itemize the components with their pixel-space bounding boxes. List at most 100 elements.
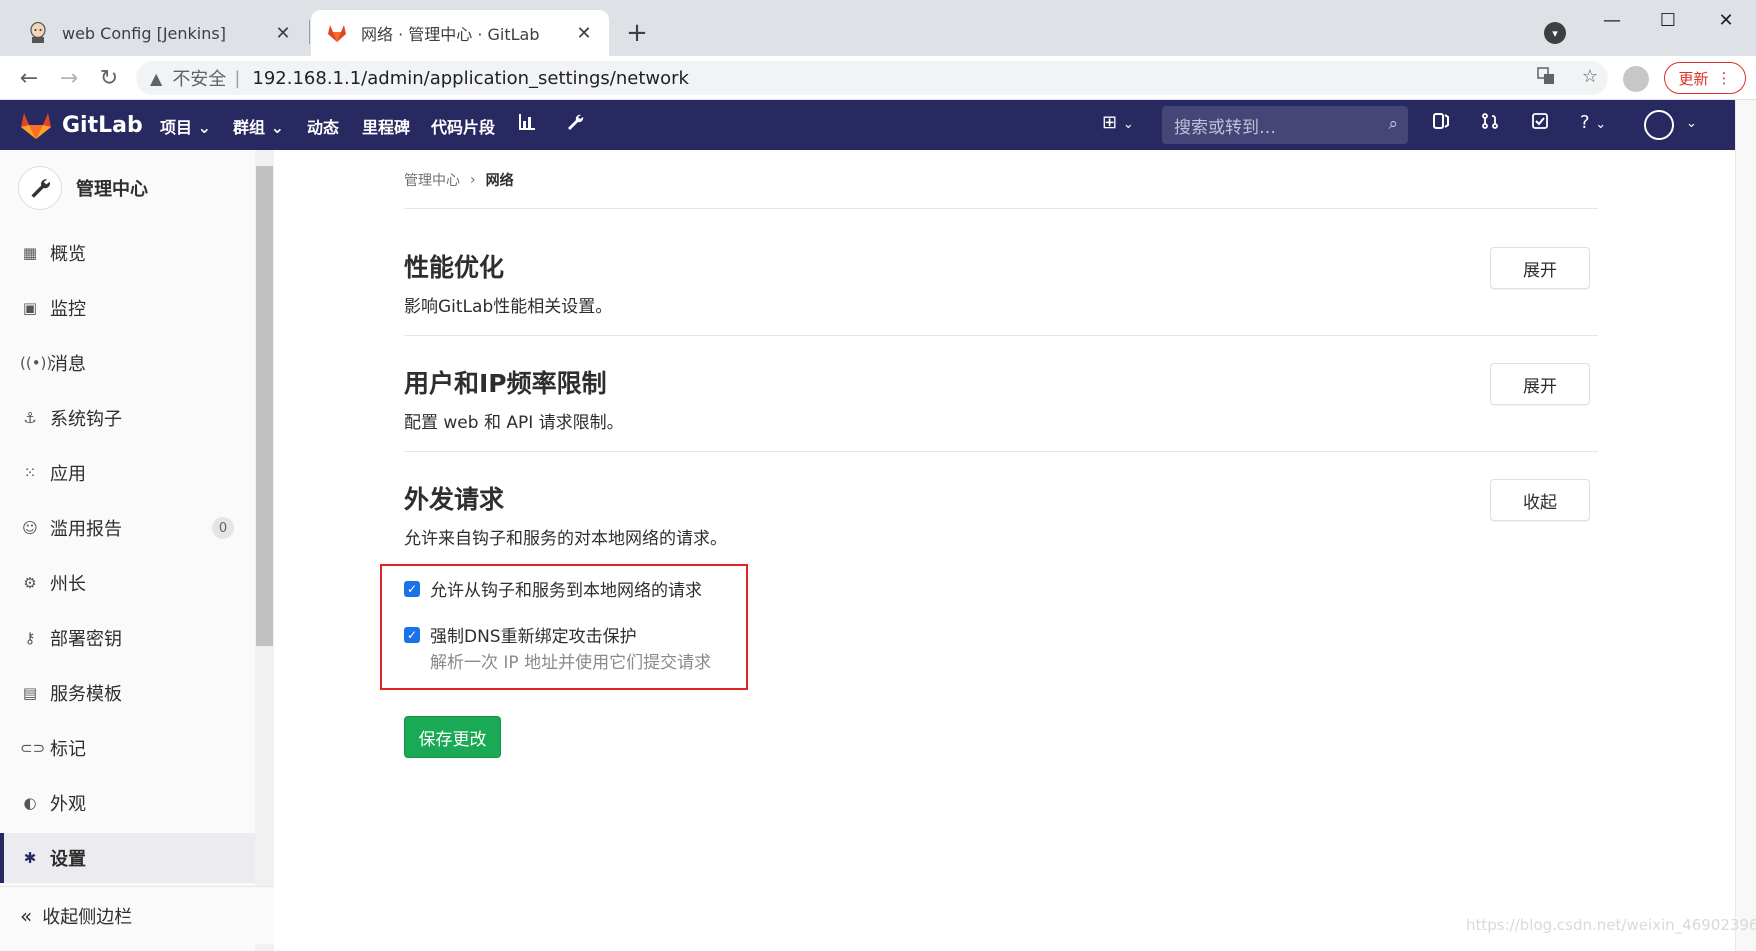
sidebar-item-overview[interactable]: ▦ 概览 (0, 228, 255, 278)
back-icon[interactable]: ← (14, 63, 44, 93)
sidebar-item-label: 系统钩子 (50, 409, 122, 430)
gitlab-home-link[interactable]: GitLab (20, 110, 143, 140)
section-title-performance: 性能优化 (404, 253, 505, 282)
forward-icon[interactable]: → (54, 63, 84, 93)
admin-wrench-icon[interactable] (566, 113, 584, 136)
sidebar-item-label: 部署密钥 (50, 629, 122, 650)
collapse-outbound-button[interactable]: 收起 (1490, 479, 1590, 521)
apps-icon: ⁙ (23, 464, 37, 482)
tab-title: web Config [Jenkins] (62, 23, 226, 43)
sidebar-item-governor[interactable]: ⚙ 州长 (0, 558, 255, 608)
nav-label: 项目 (160, 118, 193, 137)
sidebar-title: 管理中心 (76, 179, 148, 200)
sidebar-item-messages[interactable]: ((•)) 消息 (0, 338, 255, 388)
new-item-icon[interactable]: ⊞ ⌄ (1102, 112, 1134, 133)
section-desc-outbound: 允许来自钩子和服务的对本地网络的请求。 (404, 529, 727, 549)
issues-icon[interactable] (1432, 112, 1450, 135)
sidebar-item-system-hooks[interactable]: ⚓ 系统钩子 (0, 393, 255, 443)
update-label: 更新 (1678, 69, 1709, 88)
template-icon: ▤ (22, 684, 38, 702)
sidebar-header[interactable]: 管理中心 (18, 166, 148, 210)
nav-milestones[interactable]: 里程碑 (362, 114, 410, 138)
overview-icon: ▦ (22, 244, 38, 262)
tab-gitlab[interactable]: 网络 · 管理中心 · GitLab ✕ (311, 10, 609, 56)
translate-icon[interactable] (1531, 61, 1561, 91)
sidebar-item-label: 消息 (50, 354, 86, 375)
warning-icon[interactable]: ▲ (150, 69, 162, 88)
breadcrumb-parent-link[interactable]: 管理中心 (404, 170, 460, 190)
checkbox-label[interactable]: 强制DNS重新绑定攻击保护 (430, 622, 637, 647)
nav-projects[interactable]: 项目 ⌄ (160, 114, 211, 138)
wrench-icon (18, 166, 62, 210)
expand-performance-button[interactable]: 展开 (1490, 247, 1590, 289)
sidebar-item-applications[interactable]: ⁙ 应用 (0, 448, 255, 498)
maximize-icon[interactable]: ☐ (1648, 8, 1688, 32)
sidebar-item-monitoring[interactable]: ▣ 监控 (0, 283, 255, 333)
save-changes-button[interactable]: 保存更改 (404, 716, 501, 758)
sidebar-item-settings[interactable]: ✱ 设置 (0, 833, 255, 883)
divider (404, 208, 1598, 209)
sidebar-item-appearance[interactable]: ◐ 外观 (0, 778, 255, 828)
breadcrumb-current[interactable]: 网络 (486, 170, 514, 190)
dns-rebinding-checkbox[interactable]: ✓ (404, 626, 420, 643)
user-avatar[interactable] (1644, 110, 1674, 140)
merge-request-icon[interactable] (1481, 112, 1499, 135)
tab-jenkins[interactable]: web Config [Jenkins] ✕ (12, 10, 308, 56)
sidebar-scrollbar-thumb[interactable] (256, 166, 273, 646)
nav-snippets[interactable]: 代码片段 (431, 114, 495, 138)
section-desc-rate-limits: 配置 web 和 API 请求限制。 (404, 413, 624, 433)
help-icon[interactable]: ? ⌄ (1580, 112, 1606, 133)
profile-avatar-icon[interactable] (1623, 66, 1649, 92)
allow-local-requests-checkbox[interactable]: ✓ (404, 580, 420, 597)
tab-divider (309, 20, 310, 44)
close-icon[interactable]: ✕ (272, 22, 294, 44)
gitlab-header: GitLab 项目 ⌄ 群组 ⌄ 动态 里程碑 代码片段 ⊞ ⌄ 搜索或转到… … (0, 100, 1735, 150)
sidebar-item-labels[interactable]: ⊂⊃ 标记 (0, 723, 255, 773)
expand-rate-limits-button[interactable]: 展开 (1490, 363, 1590, 405)
update-button[interactable]: 更新 ⋮ (1664, 62, 1746, 94)
sidebar-item-service-templates[interactable]: ▤ 服务模板 (0, 668, 255, 718)
sidebar-item-label: 概览 (50, 244, 86, 265)
sidebar-item-label: 滥用报告 (50, 519, 122, 540)
sidebar-item-abuse-reports[interactable]: ☺ 滥用报告 0 (0, 503, 255, 553)
window-close-icon[interactable]: ✕ (1706, 8, 1746, 32)
url-text[interactable]: 192.168.1.1/admin/application_settings/n… (252, 68, 689, 89)
close-icon[interactable]: ✕ (573, 22, 595, 44)
gitlab-favicon-icon (325, 21, 349, 45)
security-label[interactable]: 不安全 (172, 65, 226, 91)
allow-local-requests-option[interactable]: ✓ 允许从钩子和服务到本地网络的请求 (404, 576, 702, 601)
search-placeholder: 搜索或转到… (1174, 117, 1276, 138)
collapse-sidebar-button[interactable]: « 收起侧边栏 (0, 886, 274, 944)
reload-icon[interactable]: ↻ (94, 63, 124, 93)
section-title-outbound: 外发请求 (404, 485, 505, 514)
chevron-down-icon[interactable]: ⌄ (1686, 116, 1697, 131)
watermark-text: https://blog.csdn.net/weixin_46902396 (1466, 916, 1756, 934)
new-tab-icon[interactable]: + (622, 18, 652, 48)
settings-icon: ✱ (23, 849, 37, 867)
bookmark-star-icon[interactable]: ☆ (1575, 61, 1605, 91)
minimize-icon[interactable]: — (1592, 8, 1632, 32)
nav-activity[interactable]: 动态 (307, 114, 339, 138)
gitlab-logo-icon (21, 113, 51, 139)
chart-icon[interactable] (518, 113, 536, 136)
jenkins-icon (26, 21, 50, 45)
chevron-down-icon: ⌄ (270, 118, 284, 137)
address-bar[interactable]: ▲ 不安全 | 192.168.1.1/admin/application_se… (136, 61, 1608, 95)
sidebar-item-label: 应用 (50, 464, 86, 485)
sidebar-item-deploy-keys[interactable]: ⚷ 部署密钥 (0, 613, 255, 663)
search-input[interactable]: 搜索或转到… ⌕ (1162, 106, 1408, 144)
tab-search-icon[interactable]: ▾ (1544, 22, 1566, 44)
checkbox-label[interactable]: 允许从钩子和服务到本地网络的请求 (430, 576, 702, 601)
divider (404, 335, 1598, 336)
collapse-label: 收起侧边栏 (42, 906, 133, 928)
nav-groups[interactable]: 群组 ⌄ (233, 114, 284, 138)
tab-title: 网络 · 管理中心 · GitLab (361, 25, 540, 44)
count-badge: 0 (212, 517, 234, 539)
dns-rebinding-option[interactable]: ✓ 强制DNS重新绑定攻击保护 (404, 622, 637, 647)
chevron-right-icon: › (470, 172, 476, 188)
todo-icon[interactable] (1531, 112, 1549, 135)
governor-icon: ⚙ (23, 574, 37, 592)
page-scrollbar[interactable] (1735, 100, 1756, 951)
appearance-icon: ◐ (23, 794, 37, 812)
nav-label: 群组 (233, 118, 266, 137)
